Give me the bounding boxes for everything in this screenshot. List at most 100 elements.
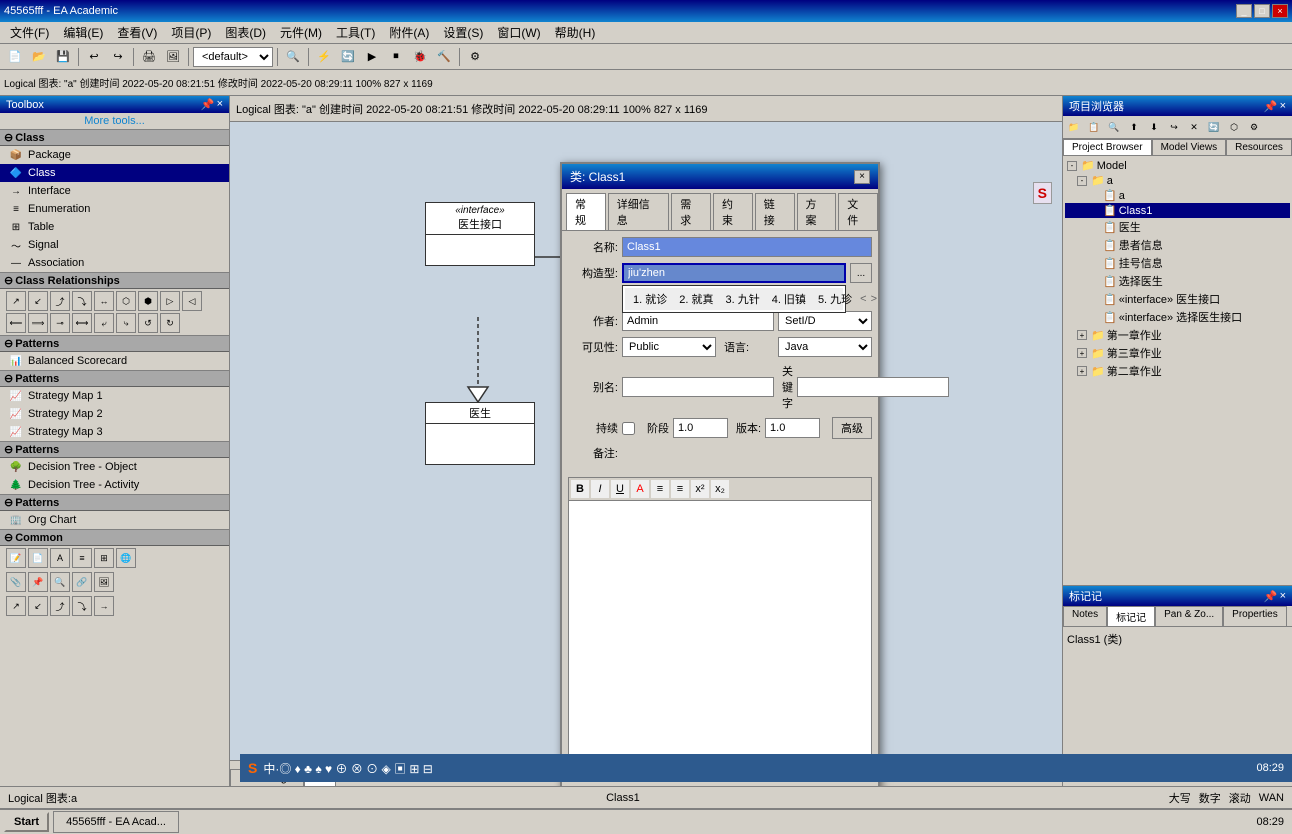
pb-btn-2[interactable]: 📋 <box>1085 118 1103 136</box>
tree-interface-doctor[interactable]: 📋 «interface» 医生接口 <box>1065 290 1290 308</box>
common-tool-6[interactable]: 🌐 <box>116 548 136 568</box>
open-button[interactable]: 📂 <box>28 46 50 68</box>
common-tool-5[interactable]: ⊞ <box>94 548 114 568</box>
save-button[interactable]: 💾 <box>52 46 74 68</box>
tree-select-doctor[interactable]: 📋 选择医生 <box>1065 272 1290 290</box>
tool-arrow-12[interactable]: ⊸ <box>50 313 70 333</box>
menu-view[interactable]: 查看(V) <box>111 22 163 43</box>
phase-input[interactable] <box>673 418 728 438</box>
menu-diagram[interactable]: 图表(D) <box>219 22 272 43</box>
dialog-tab-links[interactable]: 链接 <box>755 193 795 230</box>
construct-browse-button[interactable]: ... <box>850 263 872 283</box>
stop-button[interactable]: ⏹ <box>385 46 407 68</box>
pb-btn-10[interactable]: ⚙ <box>1245 118 1263 136</box>
language-dropdown[interactable]: Java <box>778 337 872 357</box>
autocomplete-item-3[interactable]: 3. 九针 <box>721 290 763 308</box>
dialog-close-button[interactable]: × <box>854 170 870 184</box>
common-tool-3[interactable]: A <box>50 548 70 568</box>
toolbox-patterns2-header[interactable]: ⊖Patterns <box>0 370 229 387</box>
pb-tab-resources[interactable]: Resources <box>1226 139 1292 155</box>
autocomplete-item-2[interactable]: 2. 就真 <box>675 290 717 308</box>
menu-help[interactable]: 帮助(H) <box>549 22 602 43</box>
tool-arrow-7[interactable]: ⬢ <box>138 291 158 311</box>
tree-chapter2[interactable]: + 📁 第二章作业 <box>1065 362 1290 380</box>
connect-button[interactable]: ⚡ <box>313 46 335 68</box>
tree-expand-chapter3[interactable]: + <box>1077 348 1087 358</box>
tree-a[interactable]: - 📁 a <box>1065 173 1290 188</box>
notes-pin[interactable]: 📌 <box>1264 590 1278 603</box>
common-tool-10[interactable]: 🔗 <box>72 572 92 592</box>
diagram-dropdown[interactable]: <default> <box>193 47 273 67</box>
tool-arrow-6[interactable]: ⬡ <box>116 291 136 311</box>
pb-btn-5[interactable]: ⬇ <box>1145 118 1163 136</box>
common-tool-9[interactable]: 🔍 <box>50 572 70 592</box>
window-controls[interactable]: _ □ × <box>1236 4 1288 18</box>
toolbox-item-enumeration[interactable]: ≡ Enumeration <box>0 200 229 218</box>
notes-tab-properties[interactable]: Properties <box>1223 606 1287 626</box>
tool-arrow-17[interactable]: ↻ <box>160 313 180 333</box>
common-tool-12[interactable]: ↗ <box>6 596 26 616</box>
autocomplete-prev[interactable]: < <box>860 293 866 305</box>
visibility-dropdown[interactable]: Public <box>622 337 716 357</box>
new-button[interactable]: 📄 <box>4 46 26 68</box>
rte-superscript[interactable]: x² <box>691 480 709 498</box>
dialog-tab-general[interactable]: 常规 <box>566 193 606 230</box>
start-button[interactable]: Start <box>4 812 49 832</box>
tool-arrow-14[interactable]: ⤶ <box>94 313 114 333</box>
rte-list1[interactable]: ≡ <box>651 480 669 498</box>
dialog-tab-details[interactable]: 详细信息 <box>608 193 670 230</box>
dialog-title-bar[interactable]: 类: Class1 × <box>562 164 878 189</box>
rte-list2[interactable]: ≡ <box>671 480 689 498</box>
rte-bold[interactable]: B <box>571 480 589 498</box>
toolbox-item-strategy3[interactable]: 📈 Strategy Map 3 <box>0 423 229 441</box>
build-button[interactable]: 🔨 <box>433 46 455 68</box>
common-tool-13[interactable]: ↙ <box>28 596 48 616</box>
construct-input[interactable] <box>622 263 846 283</box>
tool-arrow-10[interactable]: ⟵ <box>6 313 26 333</box>
tree-chapter3[interactable]: + 📁 第三章作业 <box>1065 344 1290 362</box>
rte-color[interactable]: A <box>631 480 649 498</box>
tool-arrow-5[interactable]: ↔ <box>94 291 114 311</box>
pb-btn-7[interactable]: ✕ <box>1185 118 1203 136</box>
tool-arrow-15[interactable]: ⤷ <box>116 313 136 333</box>
autocomplete-next[interactable]: > <box>871 293 877 305</box>
tree-expand-chapter1[interactable]: + <box>1077 330 1087 340</box>
menu-edit[interactable]: 编辑(E) <box>57 22 109 43</box>
tool-arrow-9[interactable]: ◁ <box>182 291 202 311</box>
toolbox-patterns1-header[interactable]: ⊖Patterns <box>0 335 229 352</box>
common-tool-11[interactable]: 🖼 <box>94 572 114 592</box>
tree-model[interactable]: - 📁 Model <box>1065 158 1290 173</box>
persist-checkbox[interactable] <box>622 422 635 435</box>
autocomplete-item-1[interactable]: 1. 就诊 <box>629 290 671 308</box>
pb-pin[interactable]: 📌 <box>1264 100 1278 113</box>
search-button[interactable]: 🔍 <box>282 46 304 68</box>
tool-arrow-16[interactable]: ↺ <box>138 313 158 333</box>
toolbox-section-relationships-header[interactable]: ⊖Class Relationships <box>0 272 229 289</box>
debug-button[interactable]: 🐞 <box>409 46 431 68</box>
status-dropdown[interactable]: SetI/D <box>778 311 872 331</box>
tree-register-info[interactable]: 📋 挂号信息 <box>1065 254 1290 272</box>
tool-arrow-11[interactable]: ⟹ <box>28 313 48 333</box>
print-button[interactable]: 🖨 <box>138 46 160 68</box>
common-tool-16[interactable]: → <box>94 596 114 616</box>
menu-settings[interactable]: 设置(S) <box>437 22 489 43</box>
tool-arrow-2[interactable]: ↙ <box>28 291 48 311</box>
common-tool-8[interactable]: 📌 <box>28 572 48 592</box>
common-tool-4[interactable]: ≡ <box>72 548 92 568</box>
menu-window[interactable]: 窗口(W) <box>491 22 546 43</box>
tool-arrow-1[interactable]: ↗ <box>6 291 26 311</box>
notes-tab-marks[interactable]: 标记记 <box>1107 606 1155 626</box>
tool-arrow-4[interactable]: ⤵ <box>72 291 92 311</box>
autocomplete-item-5[interactable]: 5. 九珍 <box>814 290 856 308</box>
toolbox-item-strategy1[interactable]: 📈 Strategy Map 1 <box>0 387 229 405</box>
author-input[interactable] <box>622 311 774 331</box>
dialog-tab-constraints[interactable]: 约束 <box>713 193 753 230</box>
toolbox-item-signal[interactable]: 〜 Signal <box>0 236 229 254</box>
common-tool-7[interactable]: 📎 <box>6 572 26 592</box>
dialog-tab-requirements[interactable]: 需求 <box>671 193 711 230</box>
pb-btn-8[interactable]: 🔄 <box>1205 118 1223 136</box>
toolbox-item-table[interactable]: ⊞ Table <box>0 218 229 236</box>
autocomplete-item-4[interactable]: 4. 旧镇 <box>768 290 810 308</box>
tree-expand-model[interactable]: - <box>1067 161 1077 171</box>
pb-btn-6[interactable]: ↪ <box>1165 118 1183 136</box>
